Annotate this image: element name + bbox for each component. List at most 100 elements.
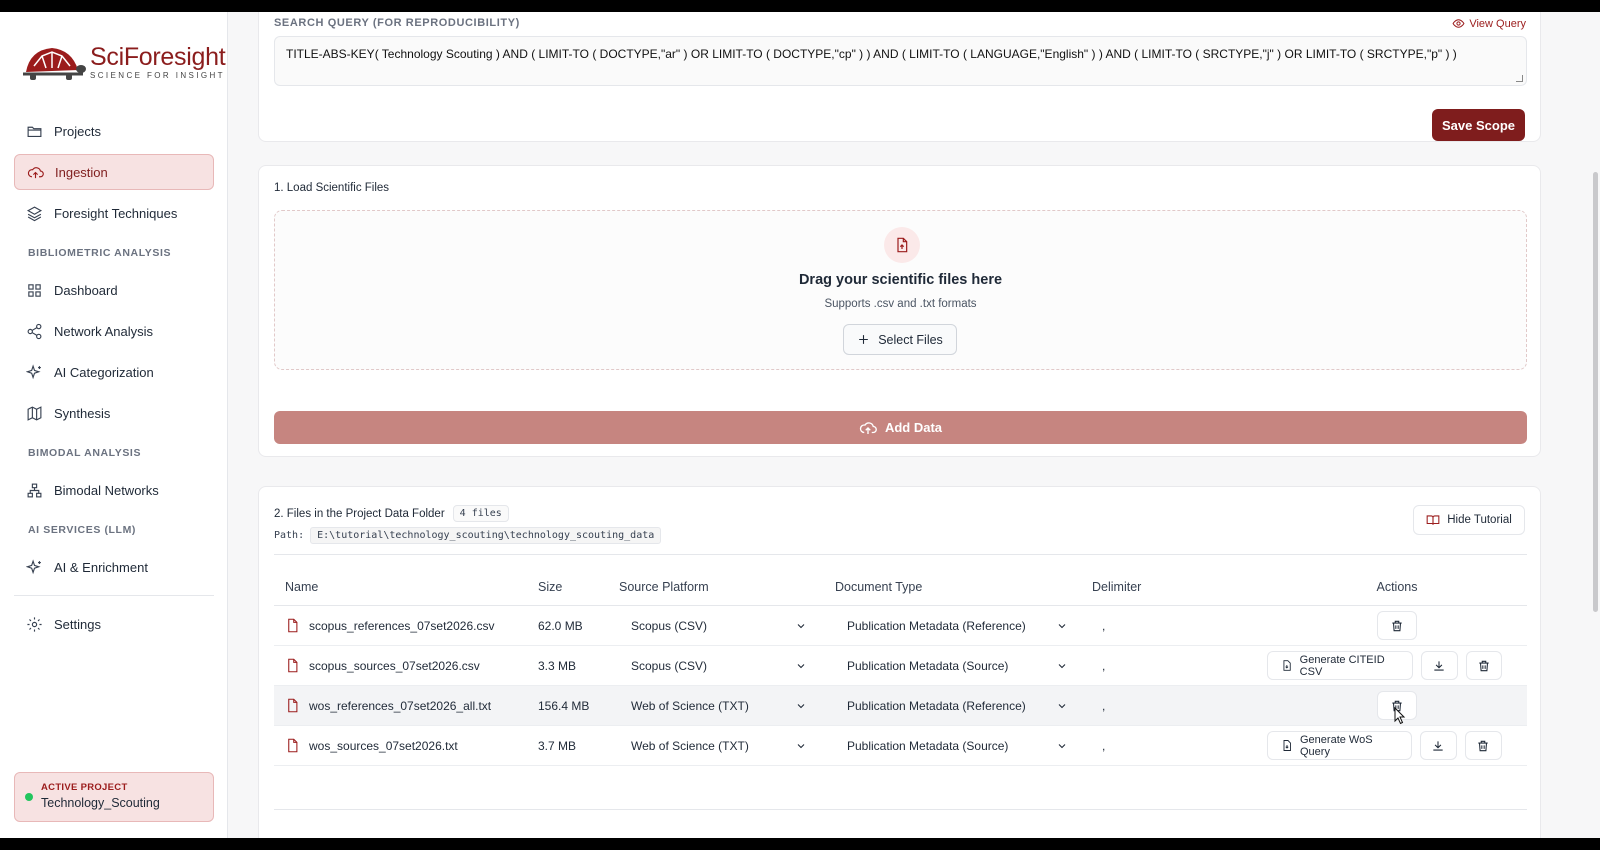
search-query-title: SEARCH QUERY (FOR REPRODUCIBILITY) — [274, 17, 520, 29]
load-files-title: 1. Load Scientific Files — [274, 182, 390, 194]
doctype-select[interactable]: Publication Metadata (Source) — [835, 659, 1080, 673]
sidebar-item-label: Synthesis — [54, 405, 111, 421]
table-row: wos_sources_07set2026.txt 3.7 MB Web of … — [274, 726, 1527, 766]
brand-name: SciForesight — [90, 43, 226, 71]
sidebar-item-ai-categorization[interactable]: AI Categorization — [14, 354, 214, 390]
file-dropzone[interactable]: Drag your scientific files here Supports… — [274, 210, 1527, 370]
scrollbar[interactable] — [1593, 172, 1598, 612]
doctype-value: Publication Metadata (Reference) — [847, 698, 1026, 713]
sidebar-item-bimodal-networks[interactable]: Bimodal Networks — [14, 472, 214, 508]
file-download-icon — [1283, 740, 1291, 751]
generate-citeid-csv-button[interactable]: Generate CITEID CSV — [1266, 651, 1414, 680]
delimiter-value[interactable]: , — [1092, 699, 1105, 713]
chevron-down-icon — [797, 743, 805, 748]
gear-icon — [27, 616, 42, 632]
col-name: Name — [285, 579, 319, 594]
sidebar-item-label: AI Categorization — [54, 364, 154, 380]
logo[interactable]: SciForesight SCIENCE FOR INSIGHT — [20, 42, 226, 82]
search-query-text: TITLE-ABS-KEY( Technology Scouting ) AND… — [286, 47, 1457, 61]
platform-select[interactable]: Web of Science (TXT) — [619, 699, 819, 713]
select-files-button[interactable]: Select Files — [843, 324, 957, 355]
cloud-upload-icon — [859, 421, 877, 434]
dropzone-subtitle: Supports .csv and .txt formats — [824, 298, 977, 310]
chevron-down-icon — [797, 663, 805, 668]
platform-select[interactable]: Scopus (CSV) — [619, 619, 819, 633]
sidebar-divider — [14, 595, 214, 596]
trash-icon — [1478, 740, 1489, 751]
brand-tagline: SCIENCE FOR INSIGHT — [90, 71, 225, 80]
file-count-badge: 4 files — [452, 505, 509, 522]
sidebar-item-ingestion[interactable]: Ingestion — [14, 154, 214, 190]
doctype-select[interactable]: Publication Metadata (Reference) — [835, 619, 1080, 633]
file-icon — [288, 618, 298, 633]
sidebar-item-projects[interactable]: Projects — [14, 113, 214, 149]
share-icon — [27, 323, 42, 339]
platform-select[interactable]: Web of Science (TXT) — [619, 739, 819, 753]
file-size: 3.3 MB — [538, 658, 577, 673]
platform-select[interactable]: Scopus (CSV) — [619, 659, 819, 673]
mouse-cursor-icon — [1394, 707, 1406, 725]
sidebar-item-label: Projects — [54, 123, 101, 139]
doctype-select[interactable]: Publication Metadata (Source) — [835, 739, 1080, 753]
chevron-down-icon — [797, 703, 805, 708]
sidebar-item-label: Ingestion — [55, 164, 108, 180]
sparkles-icon — [26, 363, 41, 379]
hide-tutorial-label: Hide Tutorial — [1447, 514, 1512, 526]
plus-icon — [859, 335, 869, 344]
files-table: Name Size Source Platform Document Type … — [274, 568, 1527, 766]
resize-handle[interactable] — [1516, 75, 1523, 82]
search-query-textarea[interactable]: TITLE-ABS-KEY( Technology Scouting ) AND… — [274, 36, 1527, 86]
dropzone-title: Drag your scientific files here — [798, 272, 1003, 288]
generate-wos-query-button[interactable]: Generate WoS Query — [1267, 731, 1412, 760]
doctype-value: Publication Metadata (Reference) — [847, 618, 1026, 633]
file-size: 156.4 MB — [538, 698, 590, 713]
col-size: Size — [538, 579, 563, 594]
sidebar-item-ai-enrichment[interactable]: AI & Enrichment — [14, 549, 214, 585]
delete-button[interactable] — [1377, 611, 1417, 640]
sidebar: SciForesight SCIENCE FOR INSIGHT Project… — [0, 12, 228, 838]
book-open-icon — [1426, 515, 1440, 525]
chevron-down-icon — [1058, 623, 1066, 628]
scope-card: SEARCH QUERY (FOR REPRODUCIBILITY) View … — [258, 12, 1541, 142]
doctype-select[interactable]: Publication Metadata (Reference) — [835, 699, 1080, 713]
header-divider — [274, 554, 1527, 555]
trash-icon — [1392, 620, 1402, 631]
active-project-card[interactable]: ACTIVE PROJECT Technology_Scouting — [14, 772, 214, 822]
delimiter-value[interactable]: , — [1092, 739, 1105, 753]
grid-icon — [28, 283, 41, 297]
path-label: Path: — [274, 530, 305, 541]
platform-value: Web of Science (TXT) — [631, 738, 749, 753]
doctype-value: Publication Metadata (Source) — [847, 738, 1009, 753]
view-query-link[interactable]: View Query — [1452, 17, 1526, 30]
download-button[interactable] — [1421, 651, 1458, 680]
sidebar-item-network-analysis[interactable]: Network Analysis — [14, 313, 214, 349]
download-icon — [1434, 660, 1445, 671]
download-button[interactable] — [1419, 731, 1457, 760]
sidebar-item-settings[interactable]: Settings — [14, 606, 214, 642]
file-icon — [288, 738, 298, 753]
select-files-label: Select Files — [878, 332, 943, 347]
sidebar-item-label: Dashboard — [54, 282, 118, 298]
sidebar-item-synthesis[interactable]: Synthesis — [14, 395, 214, 431]
view-query-label: View Query — [1469, 17, 1526, 30]
active-project-name: Technology_Scouting — [41, 796, 160, 810]
delimiter-value[interactable]: , — [1092, 619, 1105, 633]
sidebar-item-dashboard[interactable]: Dashboard — [14, 272, 214, 308]
section-bibliometric-analysis: BIBLIOMETRIC ANALYSIS — [28, 247, 172, 259]
hide-tutorial-button[interactable]: Hide Tutorial — [1413, 505, 1525, 535]
file-name: scopus_sources_07set2026.csv — [309, 658, 480, 673]
app-screen: SciForesight SCIENCE FOR INSIGHT Project… — [0, 12, 1600, 838]
table-row: scopus_sources_07set2026.csv 3.3 MB Scop… — [274, 646, 1527, 686]
file-icon — [288, 698, 298, 713]
delete-button[interactable] — [1465, 651, 1502, 680]
file-size: 62.0 MB — [538, 618, 583, 633]
file-icon — [288, 658, 298, 673]
map-icon — [27, 405, 42, 421]
save-scope-button[interactable]: Save Scope — [1432, 109, 1525, 141]
add-data-button[interactable]: Add Data — [274, 411, 1527, 444]
delimiter-value[interactable]: , — [1092, 659, 1105, 673]
sidebar-item-foresight-techniques[interactable]: Foresight Techniques — [14, 195, 214, 231]
active-project-label: ACTIVE PROJECT — [41, 782, 128, 793]
file-upload-icon — [884, 227, 920, 263]
delete-button[interactable] — [1464, 731, 1502, 760]
